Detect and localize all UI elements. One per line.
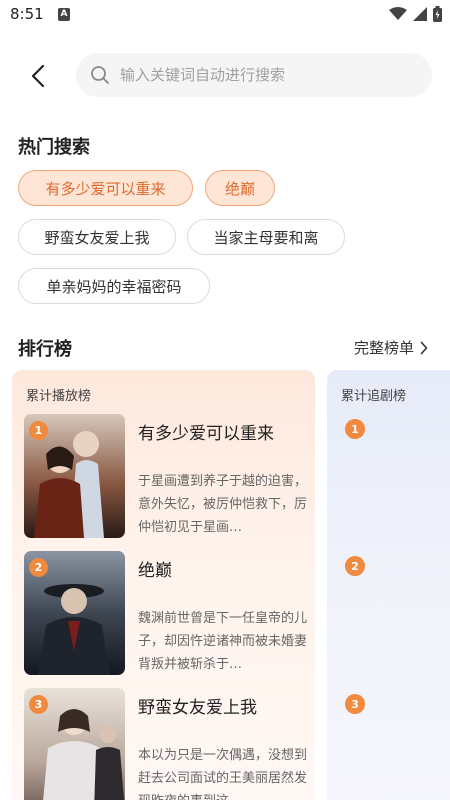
- hot-tag[interactable]: 有多少爱可以重来: [18, 170, 193, 206]
- notification-icon: A: [58, 8, 70, 21]
- drama-poster: 3: [24, 688, 125, 800]
- hot-tag[interactable]: 绝巅: [205, 170, 275, 206]
- battery-icon: [433, 6, 442, 22]
- drama-description: 于星画遭到养子于越的迫害，意外失忆，被厉仲恺救下，厉仲恺初见于星画…: [138, 474, 308, 535]
- wifi-icon: [389, 7, 407, 20]
- drama-poster: 1: [24, 414, 125, 538]
- hot-tag[interactable]: 野蛮女友爱上我: [18, 219, 176, 255]
- drama-description: 本以为只是一次偶遇，没想到赶去公司面试的王美丽居然发现昨夜的事到这…: [138, 748, 308, 800]
- search-icon: [90, 65, 110, 85]
- ranking-item[interactable]: 3 野蛮女友爱上我 本以为只是一次偶遇，没想到赶去公司面试的王美丽居然发现昨夜的…: [24, 688, 314, 800]
- status-time: 8:51: [10, 5, 44, 23]
- rank-number: 2: [345, 556, 365, 576]
- signal-icon: [413, 7, 427, 21]
- chevron-right-icon: [420, 341, 428, 354]
- card-label: 累计追剧榜: [341, 389, 407, 404]
- chevron-left-icon: [31, 64, 45, 88]
- search-box[interactable]: [76, 53, 432, 97]
- card-label: 累计播放榜: [26, 389, 92, 404]
- hot-tag[interactable]: 当家主母要和离: [187, 219, 345, 255]
- rank-number: 3: [345, 694, 365, 714]
- hot-search-title: 热门搜索: [18, 137, 90, 158]
- ranking-card-play: 累计播放榜 1 有多少爱可以重来 于星画遭到养子于越的迫害，意外失忆，被厉仲恺救…: [12, 370, 315, 800]
- drama-title: 绝巅: [138, 561, 172, 581]
- ranking-item[interactable]: 2 绝巅 魏渊前世曾是下一任皇帝的儿子，却因忤逆诸神而被未婚妻背叛并被斩杀于…: [24, 551, 314, 676]
- rank-number: 2: [29, 558, 48, 577]
- rank-number: 1: [345, 419, 365, 439]
- drama-poster: 2: [24, 551, 125, 675]
- back-button[interactable]: [20, 58, 56, 94]
- drama-description: 魏渊前世曾是下一任皇帝的儿子，却因忤逆诸神而被未婚妻背叛并被斩杀于…: [138, 611, 308, 672]
- rank-number: 3: [29, 695, 48, 714]
- status-bar: 8:51 A: [0, 0, 450, 32]
- full-list-link[interactable]: 完整榜单: [354, 337, 428, 358]
- drama-title: 野蛮女友爱上我: [138, 698, 257, 718]
- search-input[interactable]: [120, 66, 400, 84]
- ranking-card-follow: 累计追剧榜 1 2 3: [327, 370, 450, 800]
- drama-title: 有多少爱可以重来: [138, 424, 274, 444]
- rank-number: 1: [29, 421, 48, 440]
- status-icons: [389, 6, 442, 22]
- ranking-item[interactable]: 1 有多少爱可以重来 于星画遭到养子于越的迫害，意外失忆，被厉仲恺救下，厉仲恺初…: [24, 414, 314, 539]
- full-list-label: 完整榜单: [353, 339, 414, 357]
- hot-tag[interactable]: 单亲妈妈的幸福密码: [18, 268, 210, 304]
- ranking-title: 排行榜: [18, 339, 72, 360]
